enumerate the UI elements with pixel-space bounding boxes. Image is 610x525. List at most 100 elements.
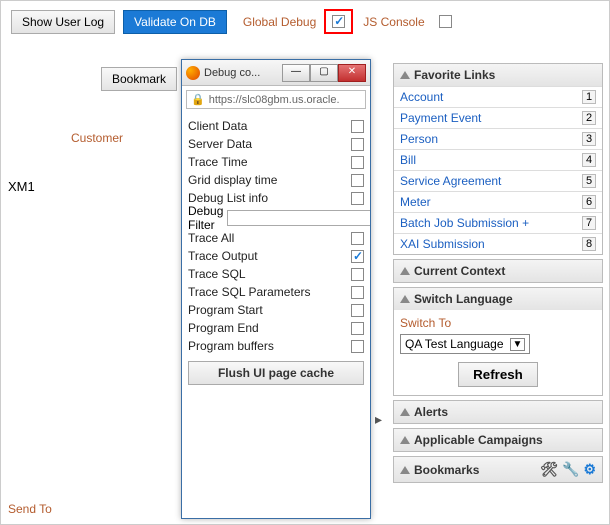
firefox-icon (186, 66, 200, 80)
global-debug-checkbox[interactable] (332, 15, 345, 28)
current-context-panel: Current Context (393, 259, 603, 283)
favorite-link[interactable]: Bill (400, 153, 416, 167)
switch-language-header[interactable]: Switch Language (394, 288, 602, 310)
flush-ui-cache-button[interactable]: Flush UI page cache (188, 361, 364, 385)
debug-option-label: Trace Output (188, 249, 258, 263)
global-debug-label: Global Debug (235, 15, 316, 29)
bookmarks-header[interactable]: Bookmarks 🛠 🔧 ⚙ (394, 457, 602, 482)
favorite-link[interactable]: Service Agreement (400, 174, 501, 188)
debug-option-label: Client Data (188, 119, 247, 133)
favorite-links-title: Favorite Links (414, 68, 495, 82)
address-bar[interactable]: 🔒 https://slc08gbm.us.oracle. (186, 90, 366, 109)
trace-all-checkbox[interactable] (351, 232, 364, 245)
collapse-icon (400, 408, 410, 416)
favorite-shortcut[interactable]: 3 (582, 132, 596, 146)
debug-option-label: Trace SQL (188, 267, 246, 281)
client-data-checkbox[interactable] (351, 120, 364, 133)
favorite-shortcut[interactable]: 5 (582, 174, 596, 188)
alerts-header[interactable]: Alerts (394, 401, 602, 423)
grid-display-time-checkbox[interactable] (351, 174, 364, 187)
favorite-link[interactable]: Account (400, 90, 443, 104)
xm1-text: XM1 (8, 179, 35, 194)
applicable-campaigns-title: Applicable Campaigns (414, 433, 543, 447)
debug-option-grid-display-time: Grid display time (188, 171, 364, 189)
bookmarks-panel: Bookmarks 🛠 🔧 ⚙ (393, 456, 603, 483)
program-start-checkbox[interactable] (351, 304, 364, 317)
program-buffers-checkbox[interactable] (351, 340, 364, 353)
favorite-link-row: Account 1 (394, 86, 602, 107)
favorite-link[interactable]: Meter (400, 195, 431, 209)
tool-icon[interactable]: 🛠 (540, 461, 558, 478)
js-console-checkbox[interactable] (439, 15, 452, 28)
customer-link[interactable]: Customer (71, 131, 123, 145)
collapse-icon (400, 295, 410, 303)
favorite-link[interactable]: Batch Job Submission + (400, 216, 529, 230)
trace-time-checkbox[interactable] (351, 156, 364, 169)
window-close-button[interactable]: ✕ (338, 64, 366, 82)
bookmarks-title: Bookmarks (414, 463, 479, 477)
window-minimize-button[interactable]: — (282, 64, 310, 82)
favorite-link[interactable]: Payment Event (400, 111, 481, 125)
debug-list-info-checkbox[interactable] (351, 192, 364, 205)
debug-option-program-end: Program End (188, 319, 364, 337)
debug-option-label: Debug List info (188, 191, 268, 205)
send-to-link[interactable]: Send To (8, 502, 52, 516)
collapse-icon (400, 71, 410, 79)
favorite-links-panel: Favorite Links Account 1 Payment Event 2 Per… (393, 63, 603, 255)
applicable-campaigns-header[interactable]: Applicable Campaigns (394, 429, 602, 451)
right-sidebar: Favorite Links Account 1 Payment Event 2 Per… (393, 63, 603, 487)
favorite-link[interactable]: XAI Submission (400, 237, 485, 251)
debug-option-trace-time: Trace Time (188, 153, 364, 171)
address-url: https://slc08gbm.us.oracle. (209, 94, 340, 106)
favorite-shortcut[interactable]: 4 (582, 153, 596, 167)
trace-sql-checkbox[interactable] (351, 268, 364, 281)
favorite-shortcut[interactable]: 2 (582, 111, 596, 125)
gear-icon[interactable]: ⚙ (583, 461, 596, 478)
debug-option-label: Trace All (188, 231, 234, 245)
favorite-shortcut[interactable]: 7 (582, 216, 596, 230)
alerts-panel: Alerts (393, 400, 603, 424)
window-titlebar[interactable]: Debug co... — ▢ ✕ (182, 60, 370, 86)
collapse-icon (400, 267, 410, 275)
window-maximize-button[interactable]: ▢ (310, 64, 338, 82)
chevron-down-icon: ▼ (510, 338, 526, 351)
debug-option-label: Program End (188, 321, 259, 335)
favorite-shortcut[interactable]: 8 (582, 237, 596, 251)
window-title: Debug co... (204, 67, 282, 79)
favorite-link-row: Service Agreement 5 (394, 170, 602, 191)
applicable-campaigns-panel: Applicable Campaigns (393, 428, 603, 452)
debug-filter-input[interactable] (227, 210, 370, 226)
debug-option-label: Grid display time (188, 173, 277, 187)
global-debug-highlight (324, 9, 353, 34)
favorite-shortcut[interactable]: 6 (582, 195, 596, 209)
debug-option-label: Program buffers (188, 339, 274, 353)
favorite-link-row: Person 3 (394, 128, 602, 149)
collapse-icon (400, 466, 410, 474)
program-end-checkbox[interactable] (351, 322, 364, 335)
wrench-icon[interactable]: 🔧 (562, 461, 579, 478)
trace-output-checkbox[interactable] (351, 250, 364, 263)
language-selected: QA Test Language (405, 337, 504, 351)
favorite-link-row: Payment Event 2 (394, 107, 602, 128)
bookmark-button[interactable]: Bookmark (101, 67, 177, 91)
server-data-checkbox[interactable] (351, 138, 364, 151)
current-context-header[interactable]: Current Context (394, 260, 602, 282)
debug-option-label: Server Data (188, 137, 252, 151)
debug-console-window: Debug co... — ▢ ✕ 🔒 https://slc08gbm.us.… (181, 59, 371, 519)
favorite-link-row: Meter 6 (394, 191, 602, 212)
collapse-icon (400, 436, 410, 444)
switch-language-panel: Switch Language Switch To QA Test Langua… (393, 287, 603, 396)
language-select[interactable]: QA Test Language ▼ (400, 334, 530, 354)
expander-handle-icon[interactable]: ▸ (375, 411, 382, 428)
favorite-links-header[interactable]: Favorite Links (394, 64, 602, 86)
debug-option-trace-output: Trace Output (188, 247, 364, 265)
show-user-log-button[interactable]: Show User Log (11, 10, 115, 34)
favorite-shortcut[interactable]: 1 (582, 90, 596, 104)
favorite-link[interactable]: Person (400, 132, 438, 146)
validate-on-db-button[interactable]: Validate On DB (123, 10, 227, 34)
refresh-button[interactable]: Refresh (458, 362, 538, 387)
top-toolbar: Show User Log Validate On DB Global Debu… (1, 1, 609, 42)
debug-option-program-buffers: Program buffers (188, 337, 364, 355)
debug-option-trace-sql-parameters: Trace SQL Parameters (188, 283, 364, 301)
trace-sql-parameters-checkbox[interactable] (351, 286, 364, 299)
